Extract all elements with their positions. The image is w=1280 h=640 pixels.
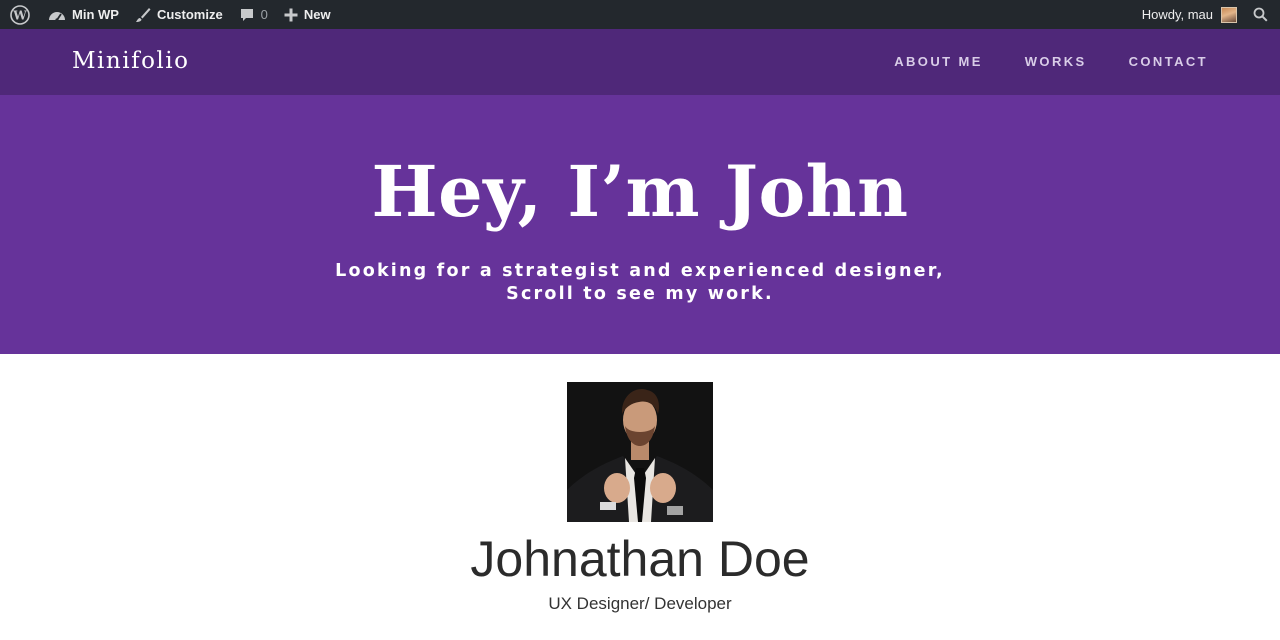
nav-item-about-me[interactable]: ABOUT ME	[894, 54, 983, 69]
comments-menu[interactable]: 0	[231, 0, 276, 29]
wordpress-menu[interactable]: W	[0, 0, 40, 29]
search-icon	[1253, 7, 1268, 22]
plus-icon	[284, 8, 298, 22]
svg-text:W: W	[12, 8, 27, 22]
profile-role: UX Designer/ Developer	[548, 594, 732, 613]
hero-section: Hey, I’m John Looking for a strategist a…	[0, 95, 1280, 354]
my-account-menu[interactable]: Howdy, mau	[1134, 0, 1243, 29]
hero-subtitle: Looking for a strategist and experienced…	[0, 260, 1280, 306]
site-header: Minifolio ABOUT ME WORKS CONTACT	[0, 29, 1280, 95]
paintbrush-icon	[135, 7, 151, 23]
nav-item-contact[interactable]: CONTACT	[1129, 54, 1208, 69]
customize-menu[interactable]: Customize	[127, 0, 231, 29]
new-label: New	[303, 7, 331, 22]
hero-subtitle-line-1: Looking for a strategist and experienced…	[335, 261, 945, 281]
profile-photo	[567, 382, 713, 522]
profile-name: Johnathan Doe	[470, 531, 810, 587]
wp-admin-bar: W Min WP Customize 0 New Howdy, mau	[0, 0, 1280, 29]
hero-title: Hey, I’m John	[371, 150, 909, 233]
dashboard-icon	[48, 8, 66, 22]
adminbar-secondary: Howdy, mau	[1134, 0, 1280, 29]
hero-subtitle-line-2: Scroll to see my work.	[506, 284, 774, 304]
howdy-label: Howdy, mau	[1141, 7, 1213, 22]
wordpress-logo-icon: W	[10, 4, 30, 25]
new-content-menu[interactable]: New	[276, 0, 339, 29]
customize-label: Customize	[156, 7, 223, 22]
site-name-label: Min WP	[72, 7, 119, 22]
site-name-menu[interactable]: Min WP	[40, 0, 127, 29]
nav-item-works[interactable]: WORKS	[1025, 54, 1087, 69]
avatar	[1221, 6, 1237, 23]
adminbar-search[interactable]	[1243, 0, 1280, 29]
main-nav: ABOUT ME WORKS CONTACT	[894, 54, 1208, 69]
site-brand[interactable]: Minifolio	[72, 48, 190, 74]
comment-bubble-icon	[239, 7, 255, 23]
comments-count: 0	[260, 7, 268, 22]
